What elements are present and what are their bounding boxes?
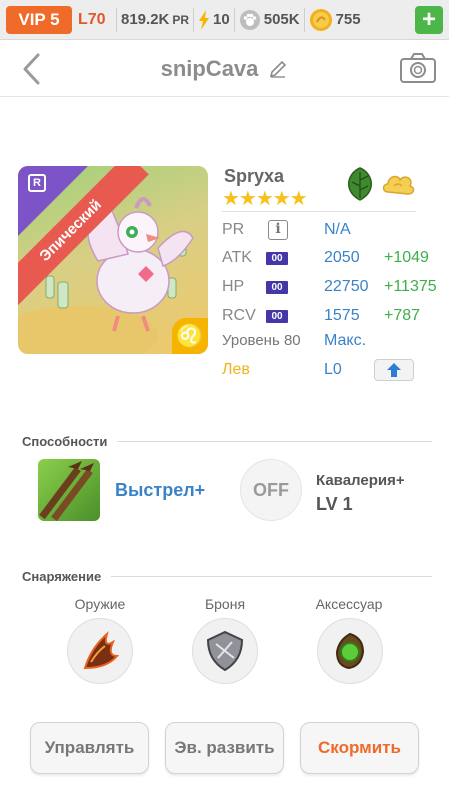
camera-button[interactable] <box>399 52 437 84</box>
star-rating: ★★★★★ <box>222 188 308 210</box>
stat-key: ATK <box>222 249 252 266</box>
sign-label: Лев <box>222 361 250 378</box>
abilities-section-header: Способности <box>22 434 432 449</box>
page-header: snipCava <box>0 40 449 97</box>
element-icons <box>342 166 416 202</box>
add-currency-button[interactable]: + <box>415 6 443 34</box>
armor-slot[interactable] <box>192 618 258 684</box>
stat-row-pr: PR i N/A <box>222 218 437 242</box>
stat-row-hp: HP 00 22750 +11375 <box>222 275 437 299</box>
stat-value: 1575 <box>324 307 360 324</box>
stat-bonus: +787 <box>384 307 421 324</box>
pr-value: 819.2K <box>121 11 170 28</box>
ability-primary-icon[interactable] <box>38 459 100 521</box>
ability-secondary-level: LV 1 <box>316 494 353 514</box>
paw-value: 505K <box>263 11 300 28</box>
feed-button[interactable]: Скормить <box>300 722 419 774</box>
stat-badge: 00 <box>266 309 288 323</box>
camera-icon <box>400 53 436 83</box>
cloud-icon <box>382 175 415 195</box>
accessory-slot[interactable] <box>317 618 383 684</box>
ability-secondary-icon[interactable]: OFF <box>240 459 302 521</box>
stats-divider <box>222 211 416 212</box>
equipment-heading: Снаряжение <box>22 569 102 584</box>
section-line <box>111 576 432 577</box>
arrows-icon <box>39 461 94 521</box>
stat-bonus: +1049 <box>384 249 429 266</box>
pet-name: Spryxa <box>224 166 285 186</box>
ability-secondary-name[interactable]: Кавалерия+ <box>316 472 405 489</box>
title-area: snipCava <box>0 56 449 82</box>
coins-value: 755 <box>335 11 361 28</box>
amulet-accessory-icon <box>335 632 365 670</box>
divider <box>303 7 305 32</box>
player-level: L70 <box>78 10 106 28</box>
stat-key: HP <box>222 278 245 295</box>
equipment-section-header: Снаряжение <box>22 569 432 584</box>
ability-secondary-state: OFF <box>253 479 289 500</box>
paw-icon <box>239 9 261 31</box>
level-label: Уровень 80 <box>222 332 301 349</box>
divider <box>193 7 195 32</box>
ability-primary-name[interactable]: Выстрел+ <box>115 480 205 501</box>
weapon-label: Оружие <box>74 596 126 612</box>
stat-key: PR <box>222 221 245 238</box>
lightning-icon <box>198 9 210 30</box>
armor-label: Броня <box>204 596 246 612</box>
vip-badge[interactable]: VIP 5 <box>6 5 72 34</box>
energy-stat: 10 <box>198 9 230 30</box>
stat-value: 22750 <box>324 278 369 295</box>
arrow-up-icon <box>387 363 401 377</box>
rarity-badge: R <box>28 174 46 192</box>
stat-value: 2050 <box>324 249 360 266</box>
section-line <box>117 441 432 442</box>
coins-stat: 755 <box>309 8 361 32</box>
upgrade-sign-button[interactable] <box>374 359 414 381</box>
divider <box>233 7 235 32</box>
level-status: Макс. <box>324 332 367 349</box>
leaf-icon <box>348 167 372 201</box>
pr-stat: 819.2K PR <box>121 11 189 28</box>
info-button[interactable]: i <box>268 220 288 240</box>
pr-unit: PR <box>172 12 190 27</box>
stat-badge: 00 <box>266 251 288 265</box>
evolve-button[interactable]: Эв. развить <box>165 722 284 774</box>
coin-icon <box>309 8 333 32</box>
pencil-icon <box>270 60 287 78</box>
stat-row-rcv: RCV 00 1575 +787 <box>222 304 437 328</box>
stat-bonus: +11375 <box>384 278 437 295</box>
page-title: snipCava <box>160 56 259 81</box>
shield-armor-icon <box>206 630 244 672</box>
claw-weapon-icon <box>83 631 120 670</box>
edit-name-button[interactable] <box>268 59 288 79</box>
stat-value: N/A <box>324 221 351 238</box>
manage-button[interactable]: Управлять <box>30 722 149 774</box>
zodiac-badge: ♌ <box>172 318 208 354</box>
pet-portrait[interactable]: R Эпический ♌ <box>18 166 208 354</box>
energy-value: 10 <box>213 11 230 28</box>
accessory-label: Аксессуар <box>315 596 383 612</box>
stat-row-atk: ATK 00 2050 +1049 <box>222 246 437 270</box>
stat-badge: 00 <box>266 280 288 294</box>
weapon-slot[interactable] <box>67 618 133 684</box>
abilities-heading: Способности <box>22 434 108 449</box>
status-bar: VIP 5 L70 819.2K PR 10 505K 755 + <box>0 0 449 40</box>
stat-key: RCV <box>222 307 256 324</box>
divider <box>116 7 117 32</box>
paw-stat: 505K <box>239 9 300 31</box>
sign-level: L0 <box>324 361 342 378</box>
